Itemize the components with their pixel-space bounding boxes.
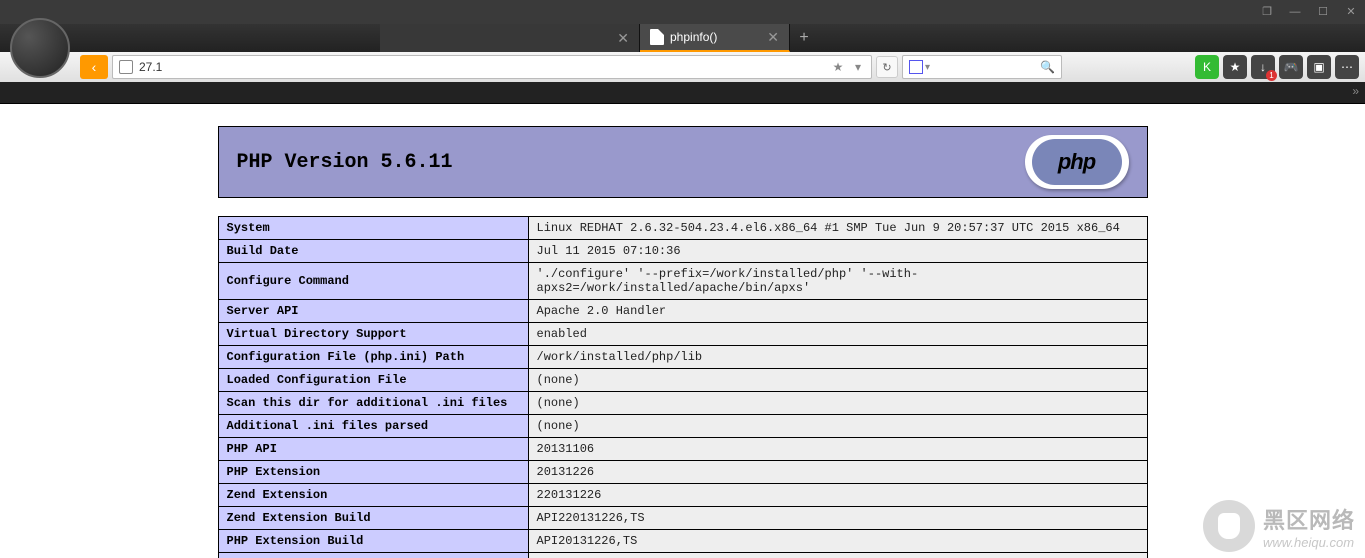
phpinfo-key: Debug Build xyxy=(218,553,528,558)
phpinfo-key: Configuration File (php.ini) Path xyxy=(218,346,528,369)
bookmark-star-icon[interactable]: ★ xyxy=(831,60,845,74)
phpinfo-value: (none) xyxy=(528,369,1147,392)
phpinfo-row: Configuration File (php.ini) Path/work/i… xyxy=(218,346,1147,369)
address-bar[interactable]: 27.1 ★ ▾ xyxy=(112,55,872,79)
phpinfo-header: PHP Version 5.6.11 php xyxy=(218,126,1148,198)
phpinfo-value: API220131226,TS xyxy=(528,507,1147,530)
phpinfo-value: enabled xyxy=(528,323,1147,346)
phpinfo-value: './configure' '--prefix=/work/installed/… xyxy=(528,263,1147,300)
window-close-button[interactable]: ✕ xyxy=(1341,4,1361,20)
tab-active[interactable]: phpinfo() ✕ xyxy=(640,24,790,52)
phpinfo-key: Server API xyxy=(218,300,528,323)
more-button[interactable]: ⋯ xyxy=(1335,55,1359,79)
toolbar: ‹ 27.1 ★ ▾ ↻ ▾ 🔍 K ★ ↓ 🎮 ▣ ⋯ xyxy=(0,52,1365,82)
back-button[interactable]: ‹ xyxy=(80,55,108,79)
phpinfo-row: Build DateJul 11 2015 07:10:36 xyxy=(218,240,1147,263)
phpinfo-value: 20131226 xyxy=(528,461,1147,484)
phpinfo-value: 20131106 xyxy=(528,438,1147,461)
phpinfo-key: PHP Extension xyxy=(218,461,528,484)
phpinfo-key: Additional .ini files parsed xyxy=(218,415,528,438)
phpinfo-key: Configure Command xyxy=(218,263,528,300)
phpinfo-value: no xyxy=(528,553,1147,558)
toolbar-right: K ★ ↓ 🎮 ▣ ⋯ xyxy=(1195,55,1359,79)
phpinfo-row: Zend Extension220131226 xyxy=(218,484,1147,507)
phpinfo-value: Apache 2.0 Handler xyxy=(528,300,1147,323)
file-icon xyxy=(650,29,664,45)
phpinfo-key: PHP Extension Build xyxy=(218,530,528,553)
phpinfo-table: SystemLinux REDHAT 2.6.32-504.23.4.el6.x… xyxy=(218,216,1148,558)
window-titlebar: ❐ — ☐ ✕ xyxy=(0,0,1365,24)
php-version-title: PHP Version 5.6.11 xyxy=(237,151,453,174)
tab-close-icon[interactable]: ✕ xyxy=(767,29,779,46)
phpinfo-key: Zend Extension Build xyxy=(218,507,528,530)
overflow-icon[interactable]: » xyxy=(1352,84,1359,98)
tab-bar: ✕ phpinfo() ✕ + xyxy=(0,24,1365,52)
media-button[interactable]: ▣ xyxy=(1307,55,1331,79)
tab-close-icon[interactable]: ✕ xyxy=(617,30,629,47)
phpinfo-row: Server APIApache 2.0 Handler xyxy=(218,300,1147,323)
phpinfo-row: Additional .ini files parsed(none) xyxy=(218,415,1147,438)
phpinfo-row: PHP API20131106 xyxy=(218,438,1147,461)
phpinfo-row: Virtual Directory Supportenabled xyxy=(218,323,1147,346)
window-maximize-button[interactable]: ☐ xyxy=(1313,4,1333,20)
phpinfo-key: PHP API xyxy=(218,438,528,461)
window-minimize-button[interactable]: — xyxy=(1285,4,1305,20)
browser-app-icon[interactable] xyxy=(10,18,70,78)
phpinfo-row: PHP Extension BuildAPI20131226,TS xyxy=(218,530,1147,553)
phpinfo-row: Scan this dir for additional .ini files(… xyxy=(218,392,1147,415)
window-restore-button[interactable]: ❐ xyxy=(1257,4,1277,20)
address-text: 27.1 xyxy=(139,60,825,74)
phpinfo-row: PHP Extension20131226 xyxy=(218,461,1147,484)
phpinfo-row: SystemLinux REDHAT 2.6.32-504.23.4.el6.x… xyxy=(218,217,1147,240)
reload-button[interactable]: ↻ xyxy=(876,56,898,78)
phpinfo-value: Linux REDHAT 2.6.32-504.23.4.el6.x86_64 … xyxy=(528,217,1147,240)
phpinfo-value: /work/installed/php/lib xyxy=(528,346,1147,369)
phpinfo-row: Zend Extension BuildAPI220131226,TS xyxy=(218,507,1147,530)
new-tab-button[interactable]: + xyxy=(790,24,818,52)
phpinfo-key: Zend Extension xyxy=(218,484,528,507)
phpinfo-value: (none) xyxy=(528,415,1147,438)
phpinfo-value: 220131226 xyxy=(528,484,1147,507)
php-logo: php xyxy=(1025,135,1129,189)
bookmarks-bar: » xyxy=(0,82,1365,104)
globe-icon xyxy=(119,60,133,74)
phpinfo-key: System xyxy=(218,217,528,240)
games-button[interactable]: 🎮 xyxy=(1279,55,1303,79)
phpinfo-key: Virtual Directory Support xyxy=(218,323,528,346)
php-logo-text: php xyxy=(1032,139,1122,185)
tab-inactive[interactable]: ✕ xyxy=(380,24,640,52)
phpinfo-row: Configure Command'./configure' '--prefix… xyxy=(218,263,1147,300)
phpinfo-row: Debug Buildno xyxy=(218,553,1147,558)
phpinfo-content: PHP Version 5.6.11 php SystemLinux REDHA… xyxy=(218,126,1148,558)
phpinfo-key: Loaded Configuration File xyxy=(218,369,528,392)
search-engine-icon xyxy=(909,60,923,74)
phpinfo-key: Scan this dir for additional .ini files xyxy=(218,392,528,415)
favorites-button[interactable]: ★ xyxy=(1223,55,1247,79)
tab-active-label: phpinfo() xyxy=(670,30,717,44)
downloads-button[interactable]: ↓ xyxy=(1251,55,1275,79)
extension-k-button[interactable]: K xyxy=(1195,55,1219,79)
phpinfo-row: Loaded Configuration File(none) xyxy=(218,369,1147,392)
page-viewport[interactable]: PHP Version 5.6.11 php SystemLinux REDHA… xyxy=(0,104,1365,558)
dropdown-icon[interactable]: ▾ xyxy=(851,60,865,74)
search-box[interactable]: ▾ 🔍 xyxy=(902,55,1062,79)
phpinfo-value: API20131226,TS xyxy=(528,530,1147,553)
search-icon[interactable]: 🔍 xyxy=(1040,60,1055,74)
phpinfo-key: Build Date xyxy=(218,240,528,263)
search-dropdown-icon[interactable]: ▾ xyxy=(925,62,930,73)
phpinfo-value: (none) xyxy=(528,392,1147,415)
phpinfo-value: Jul 11 2015 07:10:36 xyxy=(528,240,1147,263)
